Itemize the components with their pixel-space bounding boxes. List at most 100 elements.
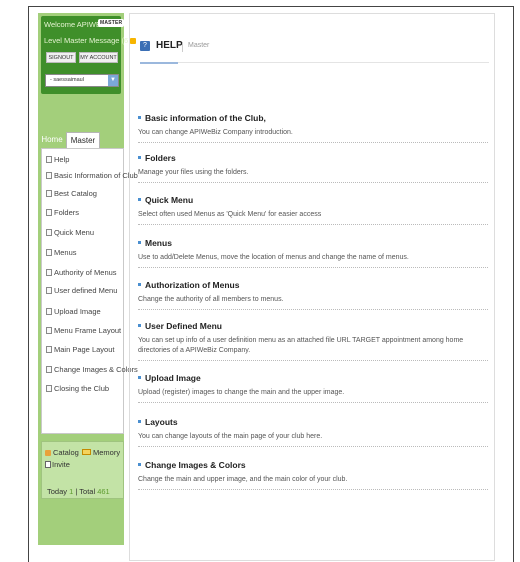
section-description: You can change APIWeBiz Company introduc… xyxy=(138,129,293,136)
section-title[interactable]: User Defined Menu xyxy=(145,321,222,331)
help-section-folders: Folders Manage your files using the fold… xyxy=(138,153,488,183)
section-title[interactable]: Basic information of the Club, xyxy=(145,113,266,123)
chevron-down-icon[interactable]: ▼ xyxy=(108,75,118,86)
menu-item-user-defined-menu[interactable]: User defined Menu xyxy=(46,283,117,298)
menu-item-menus[interactable]: Menus xyxy=(46,245,77,260)
memory-link[interactable]: Memory xyxy=(82,448,120,457)
menu-item-authority-of-menus[interactable]: Authority of Menus xyxy=(46,265,117,280)
menu-item-basic-information[interactable]: Basic Information of Club xyxy=(46,168,138,183)
section-divider xyxy=(138,142,488,143)
bullet-icon xyxy=(138,156,141,159)
section-description: Upload (register) images to change the m… xyxy=(138,389,345,396)
account-box: Welcome APIWEBIZ MASTER Level Master Mes… xyxy=(41,16,137,94)
section-divider xyxy=(138,446,488,447)
section-title[interactable]: Upload Image xyxy=(145,373,201,383)
menu-item-folders[interactable]: Folders xyxy=(46,205,79,220)
section-description: You can change layouts of the main page … xyxy=(138,433,323,440)
today-count: 1 xyxy=(69,487,74,496)
document-icon xyxy=(46,287,52,294)
bullet-icon xyxy=(138,463,141,466)
document-icon xyxy=(46,385,52,392)
menu-item-upload-image[interactable]: Upload Image xyxy=(46,304,101,319)
help-section-menus: Menus Use to add/Delete Menus, move the … xyxy=(138,238,488,268)
sidebar-tabs: Home Master xyxy=(38,132,124,148)
section-description: Use to add/Delete Menus, move the locati… xyxy=(138,254,409,261)
page-title: HELP xyxy=(156,40,183,51)
my-account-button[interactable]: MY ACCOUNT xyxy=(79,52,118,63)
level-message-label: Level Master Message (6 xyxy=(44,36,129,45)
total-count: 461 xyxy=(97,487,110,496)
catalog-icon xyxy=(45,450,51,456)
menu-item-menu-frame-layout[interactable]: Menu Frame Layout xyxy=(46,323,121,338)
bullet-icon xyxy=(138,324,141,327)
header-rule-accent xyxy=(140,62,178,64)
bullet-icon xyxy=(138,198,141,201)
document-icon xyxy=(46,346,52,353)
section-title[interactable]: Quick Menu xyxy=(145,195,193,205)
sidebar: Welcome APIWEBIZ MASTER Level Master Mes… xyxy=(38,13,138,545)
level-message-text[interactable]: Level Master Message (6 xyxy=(44,36,137,45)
section-divider xyxy=(138,224,488,225)
section-description: Change the main and upper image, and the… xyxy=(138,476,348,483)
invite-icon xyxy=(45,461,51,468)
header-divider xyxy=(182,42,183,52)
tab-master[interactable]: Master xyxy=(66,132,100,148)
master-badge: MASTER xyxy=(98,19,125,27)
document-icon xyxy=(46,327,52,334)
bullet-icon xyxy=(138,116,141,119)
section-title[interactable]: Layouts xyxy=(145,417,178,427)
document-icon xyxy=(46,190,52,197)
help-content: ? HELP Master Basic information of the C… xyxy=(129,13,495,561)
section-divider xyxy=(138,267,488,268)
master-menu: Help Basic Information of Club Best Cata… xyxy=(41,148,138,434)
bullet-icon xyxy=(138,376,141,379)
section-title[interactable]: Folders xyxy=(145,153,176,163)
section-title[interactable]: Change Images & Colors xyxy=(145,460,246,470)
section-title[interactable]: Authorization of Menus xyxy=(145,280,239,290)
help-section-layouts: Layouts You can change layouts of the ma… xyxy=(138,417,488,447)
document-icon xyxy=(46,366,52,373)
document-icon xyxy=(46,308,52,315)
signout-button[interactable]: SIGNOUT xyxy=(46,52,76,63)
club-select-value: - saessaimaul xyxy=(50,77,84,83)
bullet-icon xyxy=(138,283,141,286)
help-section-basic-info: Basic information of the Club, You can c… xyxy=(138,113,488,143)
section-divider xyxy=(138,360,488,361)
tab-home[interactable]: Home xyxy=(38,132,66,148)
help-section-quick-menu: Quick Menu Select often used Menus as 'Q… xyxy=(138,195,488,225)
menu-item-change-images-colors[interactable]: Change Images & Colors xyxy=(46,362,138,377)
menu-item-closing-the-club[interactable]: Closing the Club xyxy=(46,381,109,396)
help-page-icon: ? xyxy=(140,41,150,51)
section-divider xyxy=(138,489,488,490)
section-description: Select often used Menus as 'Quick Menu' … xyxy=(138,211,322,218)
invite-link[interactable]: Invite xyxy=(45,460,70,469)
page-subtitle: Master xyxy=(188,42,210,49)
document-icon xyxy=(46,209,52,216)
section-divider xyxy=(138,402,488,403)
help-section-authorization: Authorization of Menus Change the author… xyxy=(138,280,488,310)
help-section-images-colors: Change Images & Colors Change the main a… xyxy=(138,460,488,490)
catalog-link[interactable]: Catalog xyxy=(45,448,79,457)
menu-item-help[interactable]: Help xyxy=(46,152,69,167)
menu-item-main-page-layout[interactable]: Main Page Layout xyxy=(46,342,114,357)
document-icon xyxy=(46,249,52,256)
section-description: Change the authority of all members to m… xyxy=(138,296,284,303)
menu-item-best-catalog[interactable]: Best Catalog xyxy=(46,186,97,201)
document-icon xyxy=(46,229,52,236)
section-title[interactable]: Menus xyxy=(145,238,172,248)
document-icon xyxy=(46,269,52,276)
visitor-counter: Today 1 | Total 461 xyxy=(47,487,110,496)
club-select[interactable]: - saessaimaul ▼ xyxy=(45,74,119,87)
section-description: Manage your files using the folders. xyxy=(138,169,249,176)
document-icon xyxy=(46,172,52,179)
menu-item-quick-menu[interactable]: Quick Menu xyxy=(46,225,94,240)
section-description: You can set up info of a user definition… xyxy=(138,337,464,354)
memory-icon xyxy=(82,449,91,455)
bullet-icon xyxy=(138,420,141,423)
help-section-user-defined-menu: User Defined Menu You can set up info of… xyxy=(138,321,488,361)
bullet-icon xyxy=(138,241,141,244)
section-divider xyxy=(138,309,488,310)
section-divider xyxy=(138,182,488,183)
help-section-upload-image: Upload Image Upload (register) images to… xyxy=(138,373,488,403)
document-icon xyxy=(46,156,52,163)
